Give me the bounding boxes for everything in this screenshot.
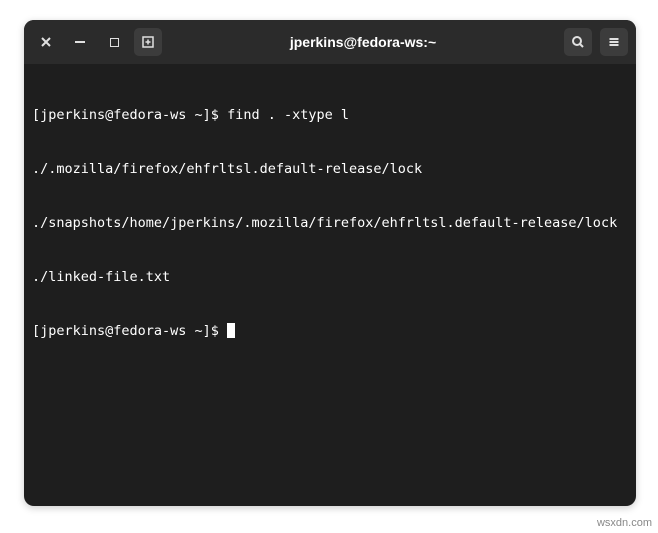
shell-prompt: [jperkins@fedora-ws ~]$	[32, 323, 227, 339]
window-title: jperkins@fedora-ws:~	[168, 34, 558, 50]
minimize-icon	[75, 41, 85, 43]
maximize-icon	[110, 38, 119, 47]
terminal-line: [jperkins@fedora-ws ~]$	[32, 322, 628, 340]
terminal-window: jperkins@fedora-ws:~ [jperkins@fedora-ws…	[24, 20, 636, 506]
new-tab-button[interactable]	[134, 28, 162, 56]
terminal-body[interactable]: [jperkins@fedora-ws ~]$ find . -xtype l …	[24, 64, 636, 382]
close-icon	[39, 35, 53, 49]
new-tab-icon	[141, 35, 155, 49]
terminal-line: [jperkins@fedora-ws ~]$ find . -xtype l	[32, 106, 628, 124]
menu-button[interactable]	[600, 28, 628, 56]
close-button[interactable]	[32, 28, 60, 56]
shell-prompt: [jperkins@fedora-ws ~]$	[32, 107, 227, 123]
terminal-output: ./snapshots/home/jperkins/.mozilla/firef…	[32, 214, 628, 232]
terminal-output: ./.mozilla/firefox/ehfrltsl.default-rele…	[32, 160, 628, 178]
search-button[interactable]	[564, 28, 592, 56]
terminal-output: ./linked-file.txt	[32, 268, 628, 286]
titlebar: jperkins@fedora-ws:~	[24, 20, 636, 64]
minimize-button[interactable]	[66, 28, 94, 56]
command-text: find . -xtype l	[227, 107, 349, 123]
search-icon	[571, 35, 585, 49]
hamburger-icon	[607, 35, 621, 49]
titlebar-right-controls	[564, 28, 628, 56]
cursor	[227, 323, 235, 338]
watermark-text: wsxdn.com	[597, 517, 652, 529]
maximize-button[interactable]	[100, 28, 128, 56]
